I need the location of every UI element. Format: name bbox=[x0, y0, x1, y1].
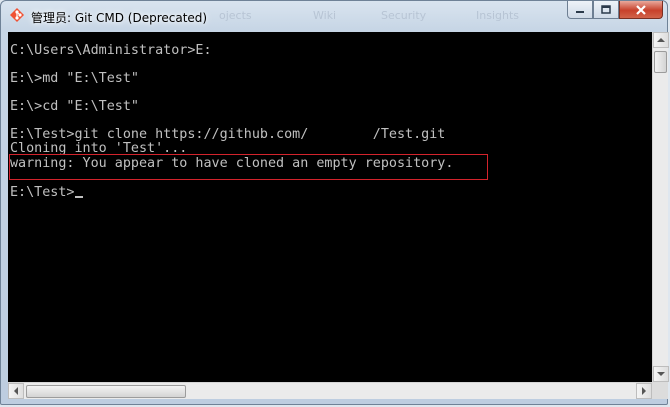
window-controls bbox=[567, 1, 663, 21]
arrow-right-icon bbox=[642, 387, 646, 395]
git-app-icon bbox=[10, 8, 24, 22]
cmd-window: 管理员: Git CMD (Deprecated) ojects Wiki Se… bbox=[0, 0, 669, 405]
arrow-up-icon bbox=[657, 38, 665, 42]
maximize-icon bbox=[601, 5, 611, 14]
arrow-down-icon bbox=[657, 372, 665, 376]
close-icon bbox=[636, 4, 646, 15]
minimize-icon bbox=[576, 10, 584, 13]
arrow-left-icon bbox=[14, 387, 18, 395]
console-line: E:\>cd "E:\Test" bbox=[10, 99, 139, 114]
console-output[interactable]: C:\Users\Administrator>E: E:\>md "E:\Tes… bbox=[8, 32, 652, 382]
scroll-up-button[interactable] bbox=[653, 32, 669, 48]
vertical-scroll-thumb[interactable] bbox=[654, 51, 667, 73]
background-tab-security: Security bbox=[381, 9, 427, 22]
maximize-button[interactable] bbox=[593, 1, 619, 19]
scroll-right-button[interactable] bbox=[636, 383, 652, 399]
title-bar[interactable]: 管理员: Git CMD (Deprecated) ojects Wiki Se… bbox=[1, 1, 669, 32]
warning-highlight-box bbox=[9, 154, 488, 180]
console-line: E:\>md "E:\Test" bbox=[10, 71, 139, 86]
prompt-line: E:\Test> bbox=[10, 185, 83, 201]
horizontal-scrollbar[interactable] bbox=[8, 382, 652, 399]
vertical-scrollbar[interactable] bbox=[652, 32, 669, 382]
text-cursor bbox=[74, 196, 83, 198]
scroll-down-button[interactable] bbox=[653, 366, 669, 382]
background-tab-wiki: Wiki bbox=[313, 9, 337, 22]
window-title: 管理员: Git CMD (Deprecated) bbox=[31, 11, 208, 25]
close-button[interactable] bbox=[619, 1, 663, 19]
scroll-left-button[interactable] bbox=[8, 383, 24, 399]
minimize-button[interactable] bbox=[567, 1, 593, 19]
scrollbar-corner bbox=[652, 382, 668, 399]
background-tab-insights: Insights bbox=[476, 9, 520, 22]
console-line: C:\Users\Administrator>E: bbox=[10, 43, 212, 58]
prompt-text: E:\Test> bbox=[10, 185, 75, 200]
background-tab-projects: ojects bbox=[219, 9, 252, 22]
horizontal-scroll-thumb[interactable] bbox=[26, 385, 186, 398]
